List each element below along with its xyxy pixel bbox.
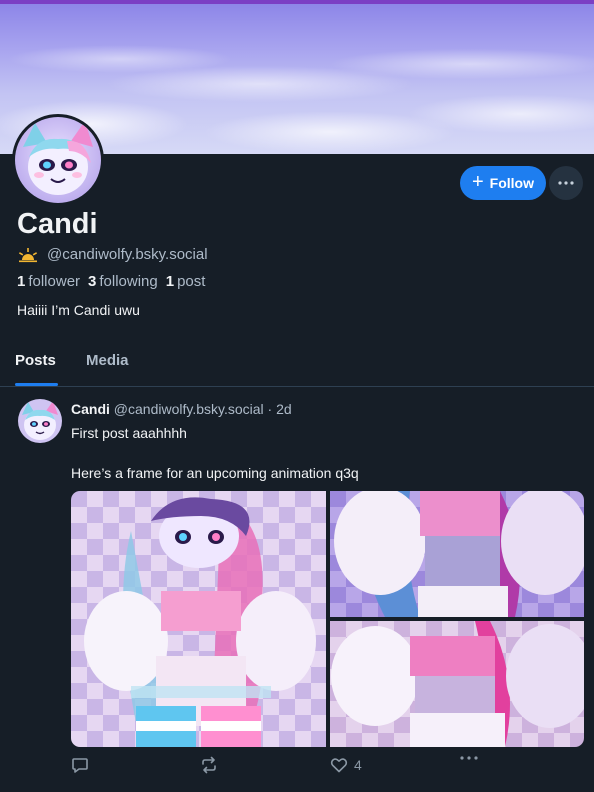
post-text: First post aaahhhh Here’s a frame for an…: [71, 423, 359, 483]
reply-icon: [72, 758, 88, 773]
post-text-line: First post aaahhhh: [71, 425, 187, 441]
tab-media[interactable]: Media: [86, 352, 129, 369]
profile-tabs: Posts Media: [0, 338, 594, 387]
like-count: 4: [354, 757, 362, 773]
post-image[interactable]: [330, 491, 584, 617]
followers-stat[interactable]: 1 follower: [17, 273, 80, 290]
post-image-grid: [71, 491, 584, 747]
post-author-handle[interactable]: @candiwolfy.bsky.social: [114, 401, 264, 417]
active-tab-indicator: [15, 383, 58, 386]
following-stat[interactable]: 3 following: [88, 273, 158, 290]
ellipsis-icon: [558, 181, 574, 185]
follow-label: Follow: [489, 175, 534, 191]
profile-stats: 1 follower 3 following 1 post: [17, 273, 205, 290]
like-button[interactable]: 4: [330, 756, 362, 774]
post-image[interactable]: [71, 491, 326, 747]
ellipsis-icon: [460, 756, 478, 760]
post-actions: 4: [71, 756, 491, 778]
profile-avatar[interactable]: [12, 114, 104, 206]
post-timestamp[interactable]: · 2d: [268, 401, 292, 417]
post-more-button[interactable]: [460, 756, 478, 760]
posts-stat: 1 post: [165, 273, 206, 290]
follow-button[interactable]: + Follow: [460, 166, 546, 200]
repost-button[interactable]: [200, 756, 218, 774]
repost-icon: [202, 756, 216, 774]
reply-button[interactable]: [71, 756, 89, 774]
tab-posts[interactable]: Posts: [15, 352, 56, 369]
feed-post[interactable]: Candi @candiwolfy.bsky.social · 2d First…: [0, 388, 594, 792]
post-author-avatar[interactable]: [18, 399, 62, 443]
handle-row: @candiwolfy.bsky.social: [17, 246, 208, 263]
profile-bio: Haiiii I’m Candi uwu: [17, 302, 140, 318]
display-name: Candi: [17, 208, 98, 240]
profile-handle[interactable]: @candiwolfy.bsky.social: [47, 246, 208, 263]
heart-icon: [330, 758, 348, 773]
sun-icon: [18, 247, 38, 262]
post-text-line: Here’s a frame for an upcoming animation…: [71, 465, 359, 481]
post-header: Candi @candiwolfy.bsky.social · 2d: [71, 401, 292, 417]
post-author-name[interactable]: Candi: [71, 401, 110, 417]
plus-icon: +: [471, 171, 484, 193]
post-image[interactable]: [330, 621, 584, 747]
profile-more-button[interactable]: [549, 166, 583, 200]
